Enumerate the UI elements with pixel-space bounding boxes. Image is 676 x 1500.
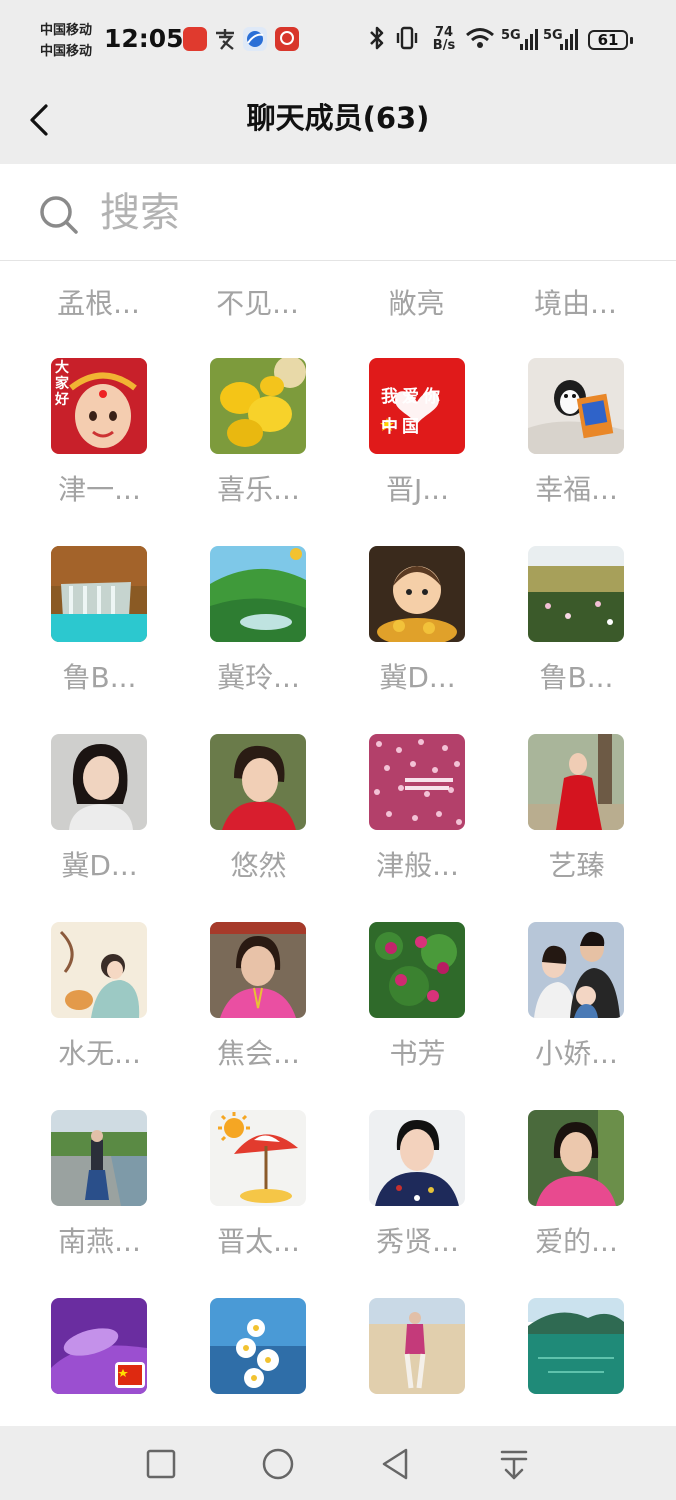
lakeside-woman-avatar: [51, 1110, 147, 1206]
member-name[interactable]: 不见...: [178, 282, 337, 322]
wifi-icon: [464, 24, 496, 57]
girl-red-headdress-avatar: 大家好: [51, 358, 147, 454]
system-nav-bar: [0, 1426, 676, 1500]
chevron-left-icon: [30, 104, 48, 136]
recent-apps-icon[interactable]: [141, 1444, 181, 1484]
woman-pink-shirt-avatar: [210, 922, 306, 1018]
signal-1-icon: [520, 28, 538, 57]
member-name[interactable]: 境由...: [496, 282, 655, 322]
woman-pink-sweater-avatar: [528, 1110, 624, 1206]
pink-polka-dot-avatar: [369, 734, 465, 830]
member-item[interactable]: 喜乐...: [159, 358, 318, 528]
waterfall-avatar: [51, 546, 147, 642]
member-item[interactable]: 焦会...: [159, 922, 318, 1092]
page-title: 聊天成员(63): [246, 101, 430, 135]
member-item[interactable]: 幸福...: [477, 358, 636, 528]
purple-flower-flag-avatar: [51, 1298, 147, 1394]
family-photo-avatar: [528, 922, 624, 1018]
yellow-flower-avatar: [210, 358, 306, 454]
battery-indicator: 61: [588, 30, 633, 50]
member-item[interactable]: 晋太...: [159, 1110, 318, 1280]
peony-bush-avatar: [369, 922, 465, 1018]
member-name: 爱的...: [535, 1225, 618, 1258]
notification-pulldown-icon[interactable]: [494, 1444, 534, 1484]
woman-red-coat-avatar: [528, 734, 624, 830]
speed-unit: B/s: [432, 38, 456, 53]
painting-girl-cat-avatar: [51, 922, 147, 1018]
green-lake-avatar: [528, 1298, 624, 1394]
vibrate-icon: [394, 24, 420, 57]
member-item[interactable]: 艺臻: [477, 734, 636, 904]
back-triangle-icon[interactable]: [376, 1444, 416, 1484]
member-item[interactable]: 水无...: [0, 922, 159, 1092]
member-item[interactable]: 秀贤...: [318, 1110, 477, 1280]
shopping-app-icon: [275, 27, 299, 51]
home-icon[interactable]: [258, 1444, 298, 1484]
avatar-caption: 大家好: [55, 360, 69, 408]
member-item[interactable]: 书芳: [318, 922, 477, 1092]
woman-portrait-avatar: [51, 734, 147, 830]
desert-woman-avatar: [369, 1298, 465, 1394]
carrier-labels: 中国移动 中国移动: [40, 20, 102, 62]
i-love-china-avatar: 我爱你 中国: [369, 358, 465, 454]
alipay-icon: [213, 27, 237, 51]
flower-meadow-avatar: [528, 546, 624, 642]
penguin-book-avatar: [528, 358, 624, 454]
notification-app-icon: [183, 27, 207, 51]
member-item[interactable]: 冀D...: [318, 546, 477, 716]
member-name[interactable]: 孟根...: [19, 282, 178, 322]
member-item[interactable]: 小娇...: [477, 922, 636, 1092]
member-item[interactable]: 鲁B...: [477, 546, 636, 716]
woman-floral-blouse-avatar: [369, 1110, 465, 1206]
member-item[interactable]: 爱的...: [477, 1110, 636, 1280]
member-item[interactable]: 冀D...: [0, 734, 159, 904]
signal-2-icon: [560, 28, 578, 57]
member-name: 幸福...: [535, 473, 618, 506]
carrier-1: 中国移动: [40, 23, 93, 38]
search-input[interactable]: [98, 180, 622, 246]
net-1-label: 5G: [501, 28, 521, 43]
member-item[interactable]: 鲁B...: [0, 546, 159, 716]
search-bar: [0, 164, 676, 261]
back-button[interactable]: [24, 100, 64, 146]
member-name: 鲁B...: [539, 661, 614, 694]
member-item[interactable]: 悠然: [159, 734, 318, 904]
partial-member-row: 孟根... 不见... 敞亮 境由...: [0, 270, 676, 332]
network-speed: 74 B/s: [431, 26, 457, 52]
cartoon-child-gold-avatar: [369, 546, 465, 642]
green-valley-avatar: [210, 546, 306, 642]
daisies-lake-avatar: [210, 1298, 306, 1394]
woman-red-scarf-avatar: [210, 734, 306, 830]
avatar-caption: 我爱你 中国: [381, 387, 444, 437]
status-time: 12:05: [104, 24, 184, 53]
carrier-2: 中国移动: [40, 44, 93, 59]
search-icon: [40, 196, 78, 234]
beach-umbrella-avatar: [210, 1110, 306, 1206]
member-item[interactable]: 津般...: [318, 734, 477, 904]
member-item[interactable]: 大家好 津一...: [0, 358, 159, 528]
app-header: 聊天成员(63): [0, 82, 676, 164]
status-bar: 中国移动 中国移动 12:05 74 B/s 5G 5G 61: [0, 0, 676, 82]
member-name: 小娇...: [535, 1037, 618, 1070]
member-item[interactable]: 南燕...: [0, 1110, 159, 1280]
member-name: 艺臻: [548, 849, 605, 882]
member-item[interactable]: 冀玲...: [159, 546, 318, 716]
member-item[interactable]: 我爱你 中国 晋J...: [318, 358, 477, 528]
bluetooth-icon: [366, 24, 388, 57]
browser-icon: [243, 27, 267, 51]
member-name[interactable]: 敞亮: [337, 282, 496, 322]
